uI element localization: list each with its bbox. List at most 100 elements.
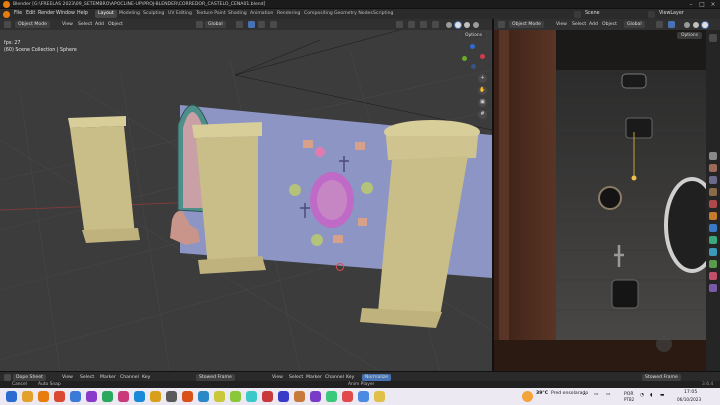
gizmo-y-icon[interactable] <box>462 56 467 61</box>
dope-sheet-mode-dropdown[interactable]: Dope Sheet <box>13 373 46 381</box>
menu-select[interactable]: Select <box>80 375 94 380</box>
solid-shading-icon[interactable] <box>693 21 699 28</box>
edge-icon[interactable] <box>70 391 81 402</box>
clock-time[interactable]: 17:05 <box>684 390 697 395</box>
menu-select[interactable]: Select <box>572 22 586 27</box>
menu-view[interactable]: View <box>62 375 73 380</box>
menu-view[interactable]: View <box>556 22 567 27</box>
output-tab-icon[interactable] <box>709 164 717 172</box>
material-shading-icon[interactable] <box>464 21 470 28</box>
menu-object[interactable]: Object <box>602 22 617 27</box>
gizmo-z-icon[interactable] <box>470 44 475 49</box>
texture-tab-icon[interactable] <box>709 284 717 292</box>
app-icon[interactable] <box>262 391 273 402</box>
snap-icon[interactable] <box>668 21 675 28</box>
menu-view-2[interactable]: View <box>272 375 283 380</box>
app-icon[interactable] <box>326 391 337 402</box>
solid-shading-icon[interactable] <box>455 21 461 28</box>
wifi-icon[interactable]: ◔ <box>640 393 644 398</box>
perspective-grid-icon[interactable]: # <box>478 110 487 119</box>
xray-icon[interactable] <box>432 21 439 28</box>
app-icon[interactable] <box>358 391 369 402</box>
world-tab-icon[interactable] <box>709 200 717 208</box>
menu-select[interactable]: Select <box>78 22 92 27</box>
pivot-icon[interactable] <box>236 21 243 28</box>
wireframe-shading-icon[interactable] <box>684 21 690 28</box>
rendered-shading-icon[interactable] <box>473 21 479 28</box>
menu-add[interactable]: Add <box>95 22 104 27</box>
menu-key-2[interactable]: Key <box>346 375 354 380</box>
snap-target-icon[interactable] <box>258 21 265 28</box>
normalize-toggle[interactable]: Normalize <box>362 373 392 381</box>
material-tab-icon[interactable] <box>709 272 717 280</box>
menu-help[interactable]: Help <box>77 11 88 16</box>
snap-icon[interactable] <box>248 21 255 28</box>
weather-icon[interactable] <box>522 391 533 402</box>
overlay-icon[interactable] <box>420 21 427 28</box>
app-icon[interactable] <box>166 391 177 402</box>
app-icon[interactable] <box>134 391 145 402</box>
tab-rendering[interactable]: Rendering <box>274 10 303 18</box>
menu-edit[interactable]: Edit <box>26 11 35 16</box>
menu-render[interactable]: Render <box>38 11 55 16</box>
app-icon[interactable] <box>150 391 161 402</box>
mode-dropdown[interactable]: Object Mode <box>15 21 50 28</box>
pivot-icon[interactable] <box>656 21 663 28</box>
tab-animation[interactable]: Animation <box>247 10 276 18</box>
camera-view-icon[interactable]: ▣ <box>478 98 487 107</box>
menu-marker[interactable]: Marker <box>100 375 116 380</box>
menu-object[interactable]: Object <box>108 22 123 27</box>
gizmo-x-icon[interactable] <box>480 54 485 59</box>
rendered-shading-icon[interactable] <box>702 21 708 28</box>
app-icon[interactable] <box>102 391 113 402</box>
visibility-icon[interactable] <box>396 21 403 28</box>
mode-dropdown[interactable]: Object Mode <box>509 21 544 28</box>
app-icon[interactable] <box>230 391 241 402</box>
left-3d-viewport[interactable]: fps: 27 (60) Scene Collection | Sphere O… <box>0 30 492 371</box>
tab-texture-paint[interactable]: Texture Paint <box>193 10 229 18</box>
tab-shading[interactable]: Shading <box>225 10 250 18</box>
tab-uv-editing[interactable]: UV Editing <box>165 10 195 18</box>
menu-channel-2[interactable]: Channel <box>325 375 344 380</box>
view-layer-tab-icon[interactable] <box>709 176 717 184</box>
blender-menu-icon[interactable] <box>3 11 10 18</box>
menu-view[interactable]: View <box>62 22 73 27</box>
object-tab-icon[interactable] <box>709 212 717 220</box>
options-dropdown[interactable]: Options <box>461 32 486 39</box>
tab-modeling[interactable]: Modeling <box>116 10 143 18</box>
battery-icon[interactable]: ▬ <box>660 393 664 398</box>
tool-tab-icon[interactable] <box>709 34 717 42</box>
menu-select-2[interactable]: Select <box>289 375 303 380</box>
menu-key[interactable]: Key <box>142 375 150 380</box>
scene-tab-icon[interactable] <box>709 188 717 196</box>
particles-tab-icon[interactable] <box>709 236 717 244</box>
navigation-gizmo[interactable] <box>460 44 486 70</box>
constraints-tab-icon[interactable] <box>709 260 717 268</box>
app-icon[interactable] <box>342 391 353 402</box>
app-icon[interactable] <box>86 391 97 402</box>
gizmo-neg-z-icon[interactable] <box>471 64 476 69</box>
tab-sculpting[interactable]: Sculpting <box>140 10 167 18</box>
options-dropdown[interactable]: Options <box>677 32 702 39</box>
modifier-tab-icon[interactable] <box>709 224 717 232</box>
editor-type-icon[interactable] <box>498 21 505 28</box>
editor-type-icon[interactable] <box>4 21 11 28</box>
menu-file[interactable]: File <box>14 11 22 16</box>
scene-name[interactable]: Scene <box>585 11 600 16</box>
app-icon[interactable] <box>310 391 321 402</box>
view-layer-name[interactable]: ViewLayer <box>659 11 684 16</box>
maximize-icon[interactable]: □ <box>697 1 707 8</box>
keyboard-layout[interactable]: PTB2 <box>624 397 634 402</box>
stowed-frame-dropdown[interactable]: Stowed Frame <box>196 373 235 381</box>
menu-window[interactable]: Window <box>56 11 75 16</box>
app-icon[interactable] <box>294 391 305 402</box>
tray-icon[interactable]: ▭ <box>594 392 598 397</box>
start-icon[interactable] <box>6 391 17 402</box>
pan-hand-icon[interactable]: ✋ <box>478 86 487 95</box>
menu-add[interactable]: Add <box>589 22 598 27</box>
editor-type-icon[interactable] <box>4 373 11 381</box>
tray-icon[interactable]: ▭ <box>606 392 610 397</box>
orientation-dropdown[interactable]: Global <box>205 21 226 28</box>
app-icon[interactable] <box>374 391 385 402</box>
wireframe-shading-icon[interactable] <box>446 21 452 28</box>
